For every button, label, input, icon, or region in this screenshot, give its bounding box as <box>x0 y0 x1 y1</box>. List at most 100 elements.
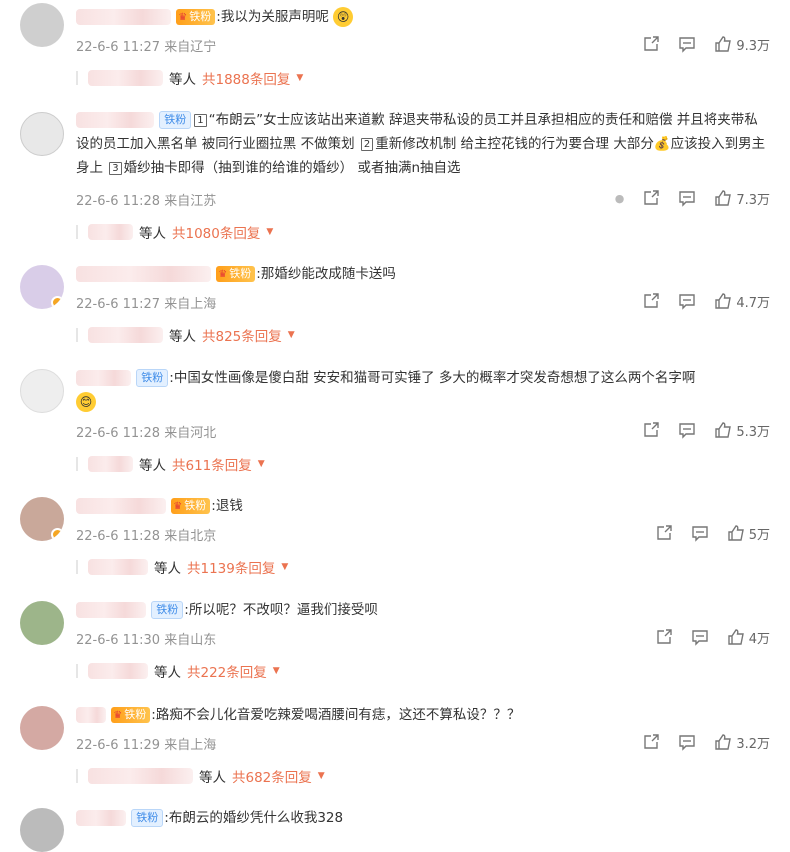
share-button[interactable] <box>642 421 660 439</box>
reply-count[interactable]: 共222条回复 <box>187 661 267 681</box>
comment-icon <box>679 294 696 310</box>
comment-text: :路痴不会儿化音爱吃辣爱喝酒腰间有痣，这还不算私设？？？ <box>151 707 521 723</box>
reply-button[interactable] <box>678 189 696 207</box>
comment-text: :中国女性画像是傻白甜 安安和猫哥可实锤了 多大的概率才突发奇想想了这么两个名字… <box>169 370 696 386</box>
username-blurred[interactable] <box>76 112 154 128</box>
thumb-up-icon <box>715 190 732 206</box>
reply-count[interactable]: 共682条回复 <box>232 766 312 786</box>
like-button[interactable]: 5万 <box>727 524 770 543</box>
reply-summary[interactable]: 等人 共1888条回复 ▼ <box>76 68 303 88</box>
reply-user-blurred <box>88 768 193 784</box>
username-blurred[interactable] <box>76 602 146 618</box>
comment-text: :我以为关服声明呢 <box>216 9 329 25</box>
like-count: 4万 <box>748 631 770 647</box>
thumb-up-icon <box>728 629 744 645</box>
fan-badge: ♛ 铁粉 <box>111 707 151 723</box>
avatar[interactable] <box>20 265 64 309</box>
reply-count[interactable]: 共825条回复 <box>202 325 282 345</box>
reply-button[interactable] <box>678 292 696 310</box>
like-button[interactable]: 5.3万 <box>714 421 770 440</box>
chevron-down-icon[interactable]: ▼ <box>318 771 325 781</box>
comment-icon <box>679 423 696 439</box>
thumb-up-icon <box>715 422 732 438</box>
money-bag-icon: 💰 <box>653 136 671 152</box>
chevron-down-icon[interactable]: ▼ <box>281 562 288 572</box>
chevron-down-icon[interactable]: ▼ <box>273 666 280 676</box>
reply-summary[interactable]: 等人 共611条回复 ▼ <box>76 454 265 474</box>
like-count: 5万 <box>748 527 770 543</box>
share-button[interactable] <box>655 524 673 542</box>
reply-summary[interactable]: 等人 共825条回复 ▼ <box>76 325 295 345</box>
avatar[interactable] <box>20 706 64 750</box>
number-box-icon: 3 <box>109 161 122 175</box>
comment-meta: 22-6-6 11:27 来自辽宁 <box>76 40 217 55</box>
reply-summary[interactable]: 等人 共1080条回复 ▼ <box>76 222 273 242</box>
username-blurred[interactable] <box>76 266 211 282</box>
reply-button[interactable] <box>691 628 709 646</box>
share-button[interactable] <box>642 189 660 207</box>
avatar[interactable] <box>20 497 64 541</box>
username-blurred[interactable] <box>76 9 171 25</box>
reply-count[interactable]: 共1139条回复 <box>187 557 275 577</box>
thumb-up-icon <box>715 293 732 309</box>
reply-summary[interactable]: 等人 共1139条回复 ▼ <box>76 557 288 577</box>
fan-badge: 铁粉 <box>159 111 192 129</box>
reply-count[interactable]: 共611条回复 <box>172 454 252 474</box>
share-button[interactable] <box>642 35 660 53</box>
comment-text: :退钱 <box>211 498 243 514</box>
like-count: 5.3万 <box>736 424 770 440</box>
fan-badge: 铁粉 <box>131 809 164 827</box>
reply-count[interactable]: 共1080条回复 <box>172 222 260 242</box>
fan-badge: ♛ 铁粉 <box>216 266 256 282</box>
avatar[interactable] <box>20 601 64 645</box>
reply-summary[interactable]: 等人 共222条回复 ▼ <box>76 661 280 681</box>
reply-button[interactable] <box>691 524 709 542</box>
comment-icon <box>679 37 696 53</box>
thumb-up-icon <box>715 36 732 52</box>
like-button[interactable]: 7.3万 <box>714 189 770 208</box>
thumb-up-icon <box>715 734 732 750</box>
username-blurred[interactable] <box>76 810 126 826</box>
reply-count[interactable]: 共1888条回复 <box>202 68 290 88</box>
thumb-up-icon <box>728 525 744 541</box>
share-button[interactable] <box>642 292 660 310</box>
like-button[interactable]: 9.3万 <box>714 35 770 54</box>
like-button[interactable]: 3.2万 <box>714 733 770 752</box>
avatar[interactable] <box>20 112 64 156</box>
like-button[interactable]: 4.7万 <box>714 292 770 311</box>
avatar[interactable] <box>20 808 64 852</box>
share-icon <box>644 734 660 749</box>
like-button[interactable]: 4万 <box>727 628 770 647</box>
chevron-down-icon[interactable]: ▼ <box>296 73 303 83</box>
number-box-icon: 2 <box>360 137 374 151</box>
reply-button[interactable] <box>678 35 696 53</box>
reply-user-blurred <box>88 456 133 472</box>
comment-meta: 22-6-6 11:28 来自北京 <box>76 529 217 544</box>
comment-text: :布朗云的婚纱凭什么收我328 <box>164 810 344 826</box>
comment-text: :所以呢？不改呗？逼我们接受呗 <box>184 602 378 618</box>
fan-badge: ♛ 铁粉 <box>176 9 216 25</box>
reply-user-blurred <box>88 559 148 575</box>
share-icon <box>644 36 660 51</box>
chevron-down-icon[interactable]: ▼ <box>266 227 273 237</box>
share-button[interactable] <box>655 628 673 646</box>
share-icon <box>657 629 672 644</box>
username-blurred[interactable] <box>76 707 106 723</box>
comment-meta: 22-6-6 11:28 来自江苏 <box>76 194 217 209</box>
like-count: 4.7万 <box>736 295 770 311</box>
comment-icon <box>692 526 708 542</box>
reply-button[interactable] <box>678 733 696 751</box>
reply-button[interactable] <box>678 421 696 439</box>
avatar[interactable] <box>20 369 64 413</box>
comment-meta: 22-6-6 11:28 来自河北 <box>76 426 217 441</box>
avatar[interactable] <box>20 3 64 47</box>
comment-icon <box>679 191 696 207</box>
share-icon <box>657 525 672 540</box>
reply-summary[interactable]: 等人 共682条回复 ▼ <box>76 766 325 786</box>
username-blurred[interactable] <box>76 370 131 386</box>
chevron-down-icon[interactable]: ▼ <box>288 330 295 340</box>
share-button[interactable] <box>642 733 660 751</box>
username-blurred[interactable] <box>76 498 166 514</box>
number-box-icon: 1 <box>194 113 207 127</box>
chevron-down-icon[interactable]: ▼ <box>258 459 265 469</box>
